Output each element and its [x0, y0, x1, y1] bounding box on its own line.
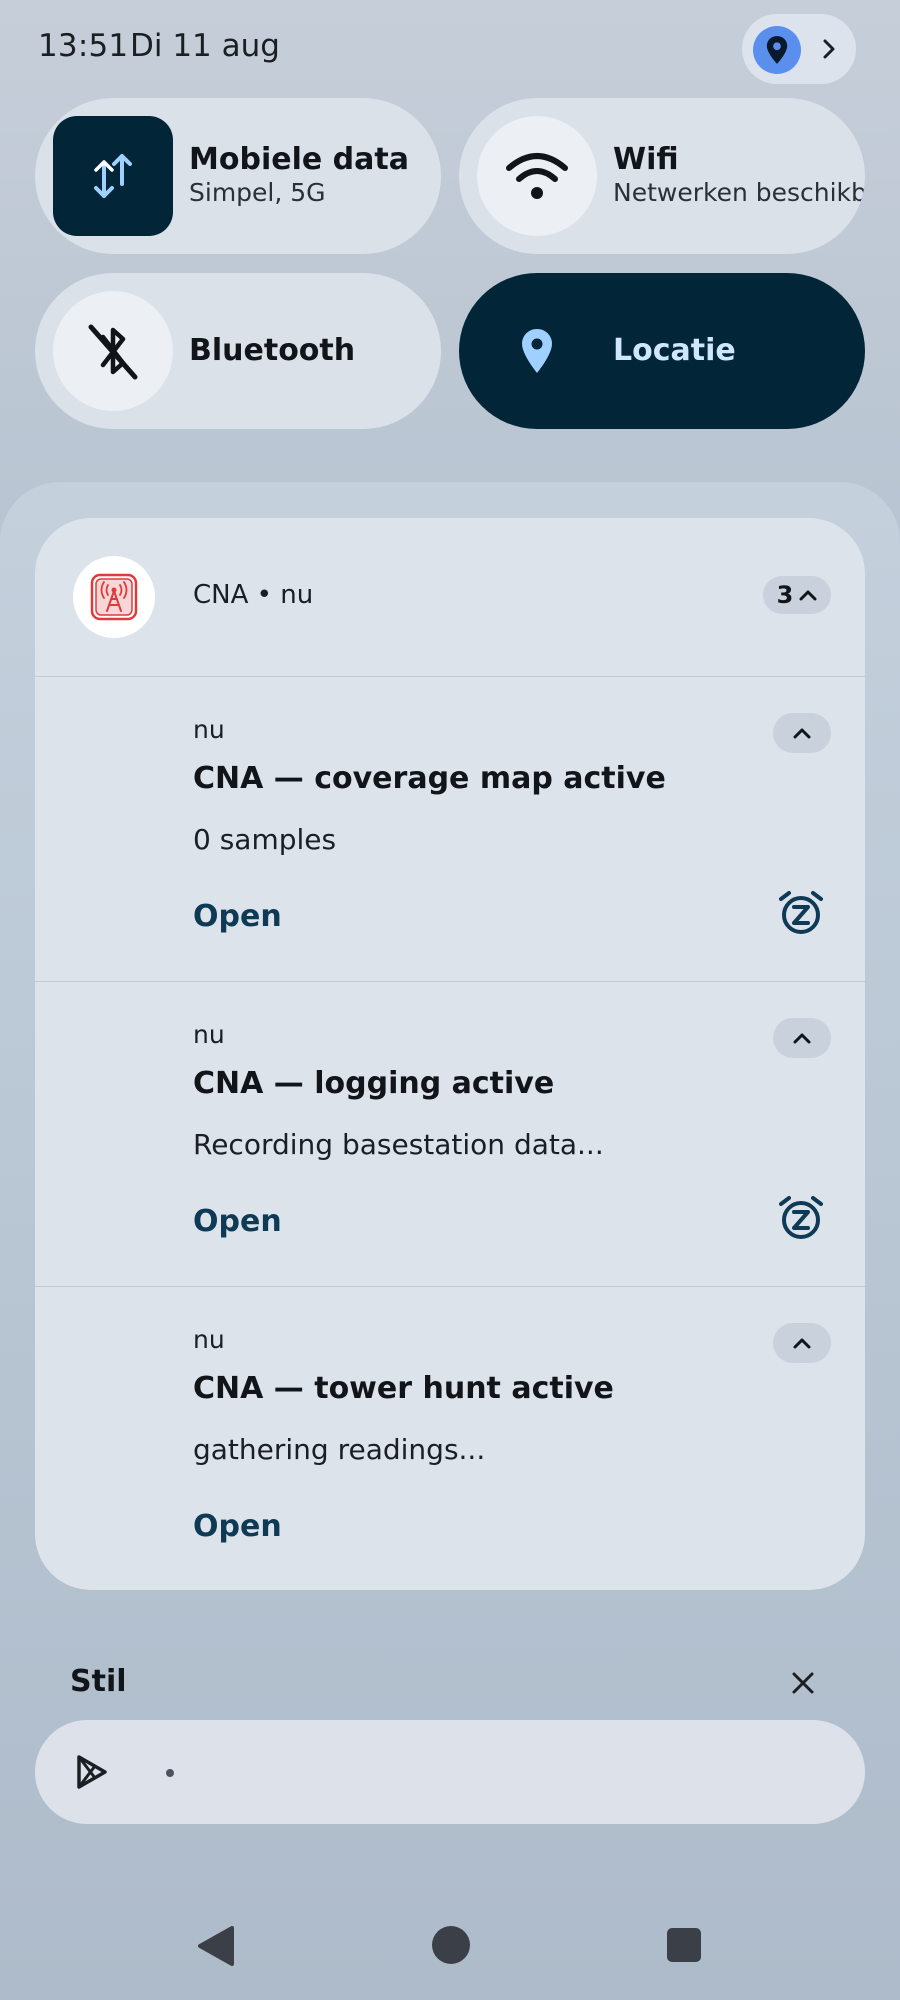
tile-subtitle: Simpel, 5G [189, 178, 326, 207]
notification-group-header[interactable]: CNA • nu 3 [35, 518, 865, 676]
chevron-up-icon [793, 1033, 811, 1044]
tile-title: Locatie [613, 333, 736, 368]
notification-title: CNA — logging active [193, 1066, 555, 1101]
notification-group-card: CNA • nu 3 nu CNA — coverage map active … [35, 518, 865, 1590]
tile-title: Wifi [613, 142, 679, 177]
chevron-up-icon [793, 1338, 811, 1349]
location-pin-icon [753, 26, 801, 74]
tile-title: Mobiele data [189, 142, 409, 177]
silent-notification-card[interactable] [35, 1720, 865, 1824]
location-pin-icon [477, 291, 597, 411]
status-bar: 13:51 Di 11 aug [0, 0, 900, 100]
chevron-up-icon [799, 590, 817, 601]
tile-subtitle: Netwerken beschikbaar [613, 178, 865, 207]
notification-time: nu [193, 1325, 225, 1354]
notification-count: 3 [776, 581, 794, 609]
snooze-icon[interactable] [775, 1192, 827, 1244]
notification-group-title: CNA • nu [193, 580, 314, 610]
mobile-data-arrows-icon [53, 116, 173, 236]
separator-dot [166, 1769, 174, 1777]
open-action-button[interactable]: Open [193, 1509, 282, 1544]
tile-mobile-data[interactable]: Mobiele data Simpel, 5G [35, 98, 441, 254]
group-collapse-button[interactable]: 3 [763, 576, 831, 614]
expand-notification-button[interactable] [773, 1018, 831, 1058]
recents-square-icon[interactable] [667, 1928, 701, 1962]
close-icon[interactable] [784, 1664, 822, 1702]
silent-section-label: Stil [70, 1664, 127, 1699]
bluetooth-off-icon [53, 291, 173, 411]
notification-item[interactable]: nu CNA — tower hunt active gathering rea… [35, 1287, 865, 1590]
play-store-icon [77, 1755, 107, 1789]
wifi-icon [477, 116, 597, 236]
tile-wifi[interactable]: Wifi Netwerken beschikbaar [459, 98, 865, 254]
notification-item[interactable]: nu CNA — coverage map active 0 samples O… [35, 677, 865, 981]
back-triangle-icon[interactable] [196, 1924, 236, 1968]
expand-notification-button[interactable] [773, 1323, 831, 1363]
chevron-up-icon [793, 728, 811, 739]
status-time: 13:51 [38, 28, 129, 64]
chevron-right-icon [812, 32, 846, 66]
notification-title: CNA — coverage map active [193, 761, 666, 796]
notification-text: gathering readings... [193, 1433, 486, 1466]
home-circle-icon[interactable] [432, 1926, 470, 1964]
tile-location[interactable]: Locatie [459, 273, 865, 429]
notification-item[interactable]: nu CNA — logging active Recording basest… [35, 982, 865, 1286]
notification-time: nu [193, 1020, 225, 1049]
notification-time: nu [193, 715, 225, 744]
open-action-button[interactable]: Open [193, 1204, 282, 1239]
tile-title: Bluetooth [189, 333, 356, 368]
snooze-icon[interactable] [775, 887, 827, 939]
notification-text: Recording basestation data... [193, 1128, 604, 1161]
expand-notification-button[interactable] [773, 713, 831, 753]
status-date: Di 11 aug [130, 28, 280, 64]
tile-bluetooth[interactable]: Bluetooth [35, 273, 441, 429]
notification-text: 0 samples [193, 823, 337, 856]
open-action-button[interactable]: Open [193, 899, 282, 934]
navigation-bar [0, 1900, 900, 2000]
cna-app-icon [73, 556, 155, 638]
notification-title: CNA — tower hunt active [193, 1371, 614, 1406]
location-indicator-pill[interactable] [742, 14, 856, 84]
